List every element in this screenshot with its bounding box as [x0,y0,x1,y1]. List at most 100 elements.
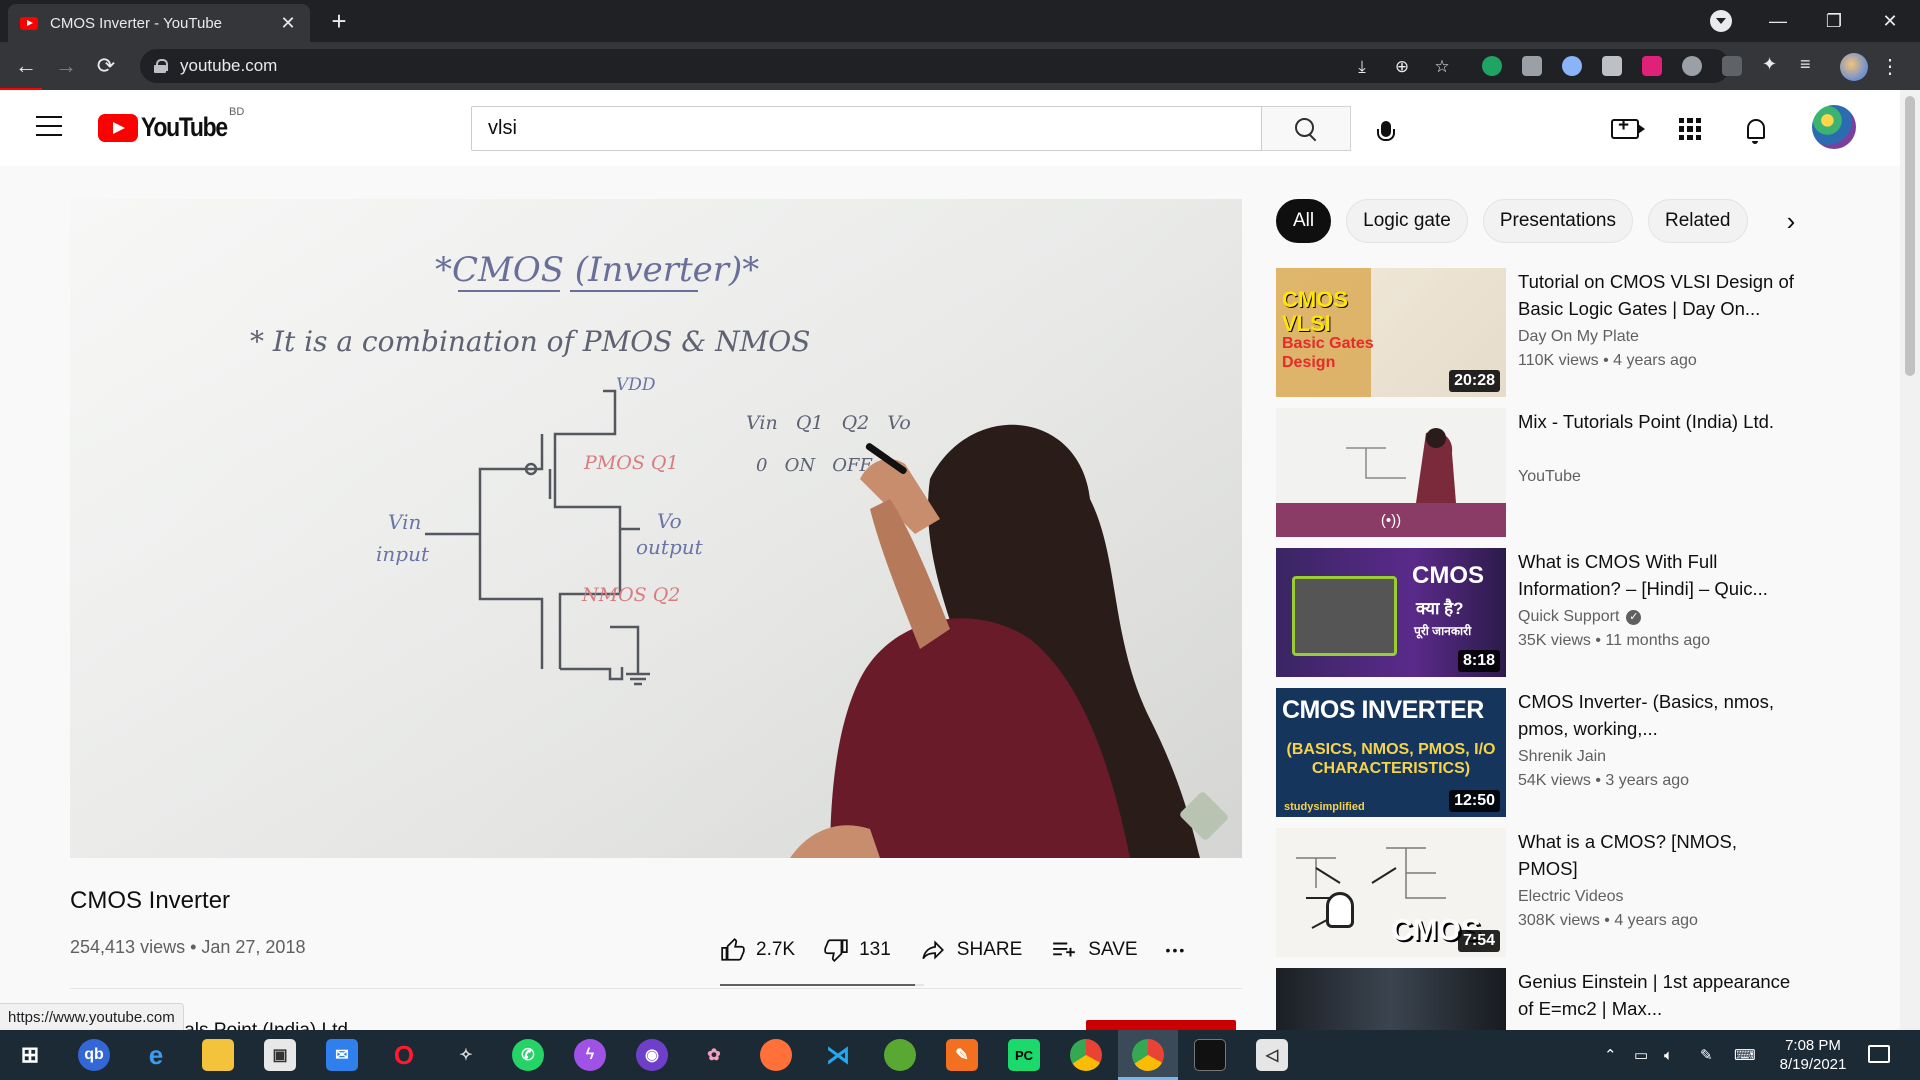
video-thumbnail[interactable]: CMOS VLSI Basic Gates Design 20:28 [1276,268,1506,397]
video-thumbnail[interactable] [1276,968,1506,1030]
whatsapp-icon[interactable]: ✆ [512,1039,544,1071]
lock-icon[interactable] [154,59,168,73]
tab-search-icon[interactable] [1710,10,1732,32]
qbittorrent-icon[interactable]: qb [78,1039,110,1071]
subscribe-button[interactable] [1086,1020,1236,1030]
zoom-icon[interactable]: ⊕ [1392,57,1412,77]
video-player[interactable]: *CMOS (Inverter)* * It is a combination … [70,199,1242,858]
chip-related[interactable]: Related [1648,199,1748,243]
messenger-icon[interactable]: ϟ [574,1039,606,1071]
apps-button[interactable] [1675,114,1705,144]
firefox-icon[interactable] [760,1039,792,1071]
extensions-puzzle-icon[interactable]: ✦ [1762,54,1782,74]
mail-icon[interactable]: ✉ [326,1039,358,1071]
extension-icon[interactable] [1562,56,1582,76]
recommendation-channel[interactable]: Quick Support ✓ [1518,608,1642,626]
chrome-active-icon[interactable] [1132,1039,1164,1071]
recommendation-channel[interactable]: Day On My Plate [1518,328,1639,346]
new-tab-button[interactable]: + [324,6,354,37]
store-icon[interactable]: ▣ [264,1039,296,1071]
video-thumbnail[interactable]: CMOS INVERTER (BASICS, NMOS, PMOS, I/O C… [1276,688,1506,817]
chip-logic-gate[interactable]: Logic gate [1346,199,1468,243]
account-avatar[interactable] [1812,105,1856,149]
github-desktop-icon[interactable]: ◉ [636,1039,668,1071]
recommendation-title[interactable]: CMOS Inverter- (Basics, nmos, pmos, work… [1518,688,1798,742]
app-icon[interactable]: ◁ [1256,1039,1288,1071]
extension-icon[interactable] [1722,56,1742,76]
forward-icon[interactable]: → [50,50,82,82]
youtube-logo[interactable]: YouTube [98,112,242,143]
file-explorer-icon[interactable] [202,1039,234,1071]
pen-icon[interactable]: ✎ [1700,1030,1713,1080]
video-thumbnail[interactable]: CMOS 7:54 [1276,828,1506,957]
edge-icon[interactable]: e [140,1039,172,1071]
satellite-app-icon[interactable]: ✧ [450,1039,482,1071]
recommendation-item[interactable]: CMOS क्या है? पूरी जानकारी 8:18 What is … [1276,548,1806,677]
mix-thumbnail[interactable]: (•)) [1276,408,1506,537]
browser-menu-icon[interactable]: ⋮ [1880,54,1900,79]
chrome-icon[interactable] [1070,1039,1102,1071]
minimize-icon[interactable]: — [1750,0,1806,42]
recommendation-item[interactable]: Genius Einstein | 1st appearance of E=mc… [1276,968,1806,1030]
keyboard-icon[interactable]: ⌨ [1734,1030,1756,1080]
search-button[interactable] [1262,106,1351,151]
notifications-button[interactable] [1741,114,1771,144]
restore-icon[interactable]: ❐ [1806,0,1862,42]
recommendation-item[interactable]: CMOS VLSI Basic Gates Design 20:28 Tutor… [1276,268,1806,397]
tab-close-icon[interactable]: ✕ [278,13,298,34]
app-icon[interactable]: ✎ [946,1039,978,1071]
reading-list-icon[interactable]: ≡ [1800,54,1820,74]
back-icon[interactable]: ← [10,50,42,82]
like-button[interactable]: 2.7K [720,937,795,963]
video-thumbnail[interactable]: CMOS क्या है? पूरी जानकारी 8:18 [1276,548,1506,677]
recommendation-title[interactable]: Genius Einstein | 1st appearance of E=mc… [1518,968,1798,1022]
browser-tab[interactable]: CMOS Inverter - YouTube ✕ [8,4,310,42]
taskbar-clock[interactable]: 7:08 PM 8/19/2021 [1768,1036,1858,1074]
recommendation-title[interactable]: What is CMOS With Full Information? – [H… [1518,548,1798,602]
recommendation-channel[interactable]: YouTube [1518,468,1581,486]
close-window-icon[interactable]: ✕ [1862,0,1918,42]
pycharm-icon[interactable]: PC [1008,1039,1040,1071]
share-button[interactable]: SHARE [919,937,1022,963]
grammarly-extension-icon[interactable] [1482,56,1502,76]
url-text[interactable]: youtube.com [180,56,277,76]
recommendation-title[interactable]: What is a CMOS? [NMOS, PMOS] [1518,828,1798,882]
recommendation-item[interactable]: (•)) Mix - Tutorials Point (India) Ltd. … [1276,408,1806,537]
opera-icon[interactable]: O [388,1039,420,1071]
chip-presentations[interactable]: Presentations [1482,199,1633,243]
recommendation-channel[interactable]: Electric Videos [1518,888,1624,906]
extension-icon[interactable] [1602,56,1622,76]
page-scrollbar[interactable] [1900,90,1920,1030]
recommendation-title[interactable]: Tutorial on CMOS VLSI Design of Basic Lo… [1518,268,1798,322]
save-button[interactable]: SAVE [1050,937,1138,963]
app-icon[interactable]: ✿ [698,1039,730,1071]
voice-search-button[interactable] [1366,109,1406,149]
windows-start-icon[interactable]: ⊞ [14,1039,46,1071]
create-video-button[interactable] [1610,114,1645,144]
chip-all[interactable]: All [1276,199,1332,243]
browser-profile-avatar[interactable] [1840,53,1868,81]
recommendation-item[interactable]: CMOS INVERTER (BASICS, NMOS, PMOS, I/O C… [1276,688,1806,817]
show-hidden-icons-icon[interactable]: ⌃ [1604,1030,1617,1080]
recommendation-title[interactable]: Mix - Tutorials Point (India) Ltd. [1518,408,1798,435]
dislike-button[interactable]: 131 [823,937,891,963]
vscode-icon[interactable]: ⋊ [822,1039,854,1071]
volume-icon[interactable]: 🔈︎ [1664,1030,1673,1080]
guide-menu-icon[interactable] [36,116,62,136]
more-actions-button[interactable]: ••• [1166,942,1187,958]
notification-center-icon[interactable] [1868,1045,1890,1063]
recommendation-channel[interactable]: Shrenik Jain [1518,748,1606,766]
chevron-right-icon[interactable]: › [1778,206,1804,236]
recommendation-item[interactable]: CMOS 7:54 What is a CMOS? [NMOS, PMOS] E… [1276,828,1806,957]
scrollbar-thumb[interactable] [1905,96,1915,376]
install-app-icon[interactable]: ⤓ [1352,57,1372,77]
bookmark-star-icon[interactable]: ☆ [1432,57,1452,77]
terminal-icon[interactable] [1194,1039,1226,1071]
play-extension-icon[interactable] [1642,56,1662,76]
screenshot-extension-icon[interactable] [1522,56,1542,76]
app-icon[interactable] [884,1039,916,1071]
network-icon[interactable]: ▭ [1634,1030,1648,1080]
reload-icon[interactable]: ⟳ [90,50,122,82]
search-input[interactable]: vlsi [471,106,1262,151]
download-extension-icon[interactable] [1682,56,1702,76]
